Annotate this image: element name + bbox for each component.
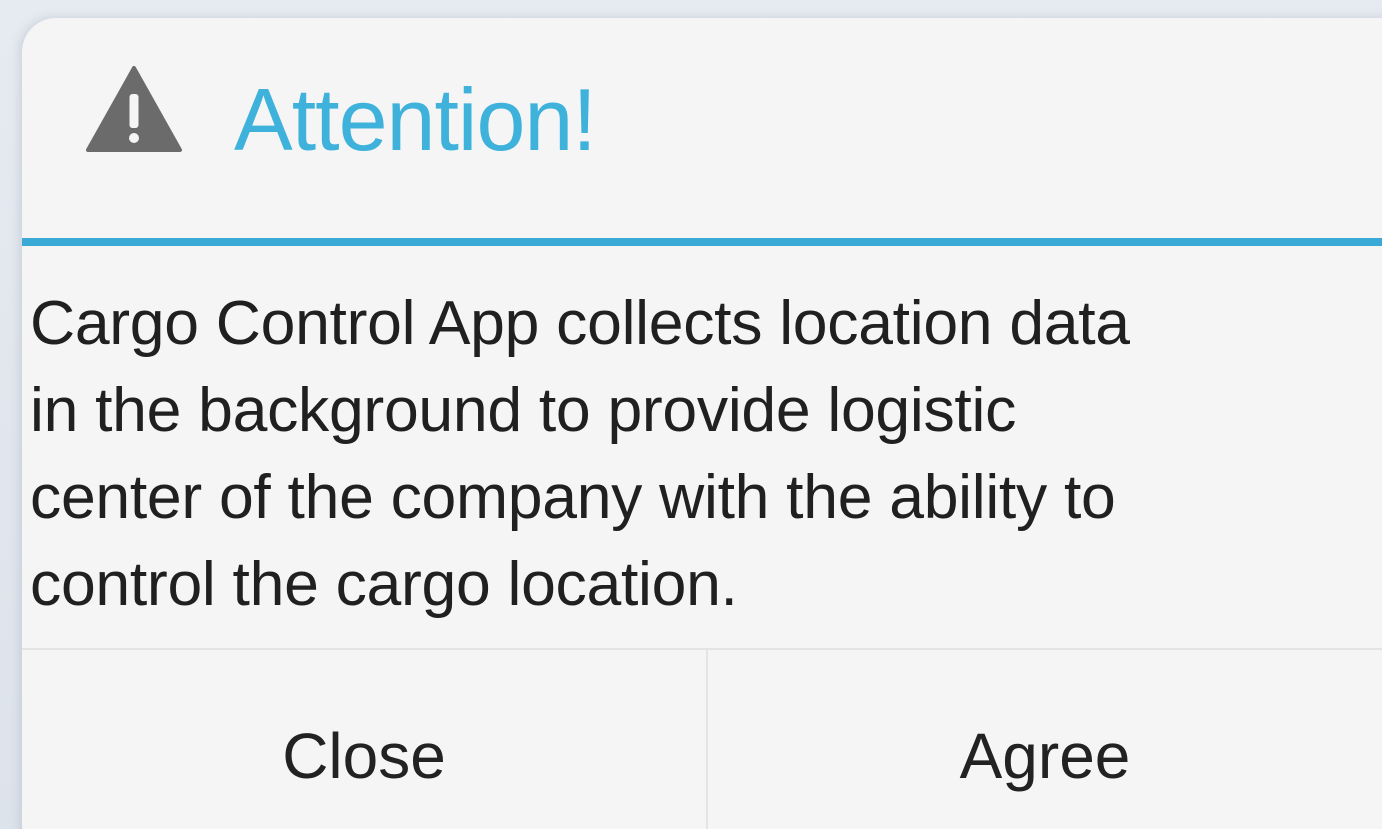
close-button-label: Close [282,720,446,792]
dialog-title: Attention! [234,70,597,169]
dialog-message: Cargo Control App collects location data… [30,288,1130,619]
title-divider [22,238,1382,246]
dialog-header: Attention! [22,18,1382,238]
agree-button[interactable]: Agree [708,650,1382,829]
close-button[interactable]: Close [22,650,708,829]
agree-button-label: Agree [959,720,1131,792]
warning-triangle-icon [84,64,184,154]
dialog-button-bar: Close Agree [22,648,1382,829]
permission-dialog: Attention! Cargo Control App collects lo… [22,18,1382,829]
